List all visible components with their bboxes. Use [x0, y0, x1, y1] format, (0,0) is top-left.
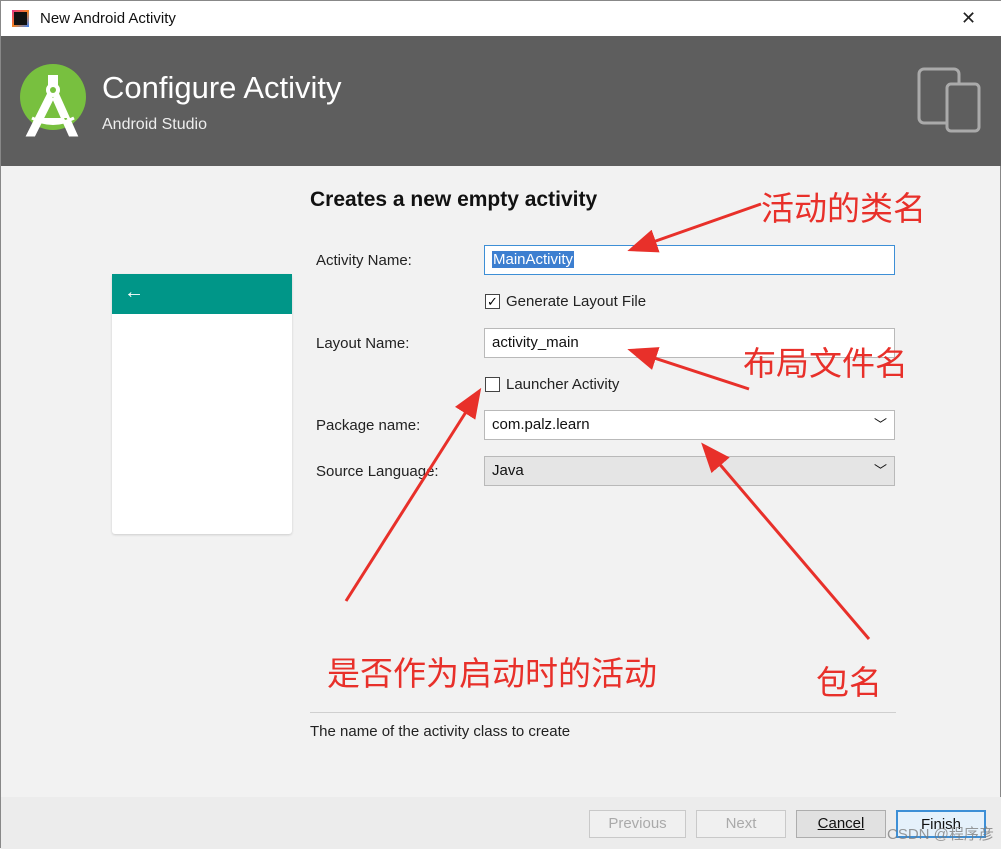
devices-icon	[917, 67, 981, 133]
activity-name-label: Activity Name:	[316, 252, 412, 269]
activity-name-input[interactable]: MainActivity	[484, 245, 895, 275]
intellij-icon	[12, 10, 29, 27]
launcher-activity-label: Launcher Activity	[506, 376, 620, 393]
generate-layout-checkbox[interactable]: ✓	[485, 294, 500, 309]
header-subtitle: Android Studio	[102, 116, 207, 133]
form-heading: Creates a new empty activity	[310, 188, 598, 211]
next-button[interactable]: Next	[696, 810, 786, 838]
package-name-label: Package name:	[316, 417, 421, 434]
annotation-launcher: 是否作为启动时的活动	[327, 654, 657, 693]
back-arrow-icon: ←	[124, 281, 144, 303]
activity-name-value: MainActivity	[492, 251, 575, 268]
layout-name-label: Layout Name:	[316, 335, 410, 352]
package-name-value: com.palz.learn	[492, 416, 590, 433]
annotation-package: 包名	[816, 663, 882, 702]
annotation-layout-file: 布局文件名	[743, 344, 908, 383]
header-title: Configure Activity	[102, 70, 342, 105]
source-language-label: Source Language:	[316, 463, 439, 480]
close-icon[interactable]: ✕	[961, 8, 976, 29]
cancel-button[interactable]: Cancel	[796, 810, 886, 838]
launcher-activity-checkbox[interactable]	[485, 377, 500, 392]
header: Configure Activity Android Studio	[1, 36, 1001, 166]
chevron-down-icon: ﹀	[873, 463, 887, 478]
package-name-combobox[interactable]: com.palz.learn ﹀	[484, 410, 895, 440]
arrow-class-name	[627, 202, 762, 253]
title-bar: New Android Activity ✕	[1, 1, 1001, 36]
preview-app-bar: ←	[112, 274, 292, 314]
source-language-value: Java	[492, 462, 524, 479]
watermark: CSDN @程序彦	[887, 826, 994, 843]
chevron-down-icon: ﹀	[873, 417, 887, 432]
previous-button[interactable]: Previous	[589, 810, 686, 838]
activity-preview: ←	[112, 274, 292, 534]
source-language-select[interactable]: Java ﹀	[484, 456, 895, 486]
help-text: The name of the activity class to create	[310, 723, 571, 740]
divider	[310, 712, 896, 713]
generate-layout-label: Generate Layout File	[506, 293, 647, 310]
annotation-class-name: 活动的类名	[761, 189, 926, 228]
android-studio-logo-icon	[20, 64, 86, 137]
window-title: New Android Activity	[40, 10, 176, 27]
